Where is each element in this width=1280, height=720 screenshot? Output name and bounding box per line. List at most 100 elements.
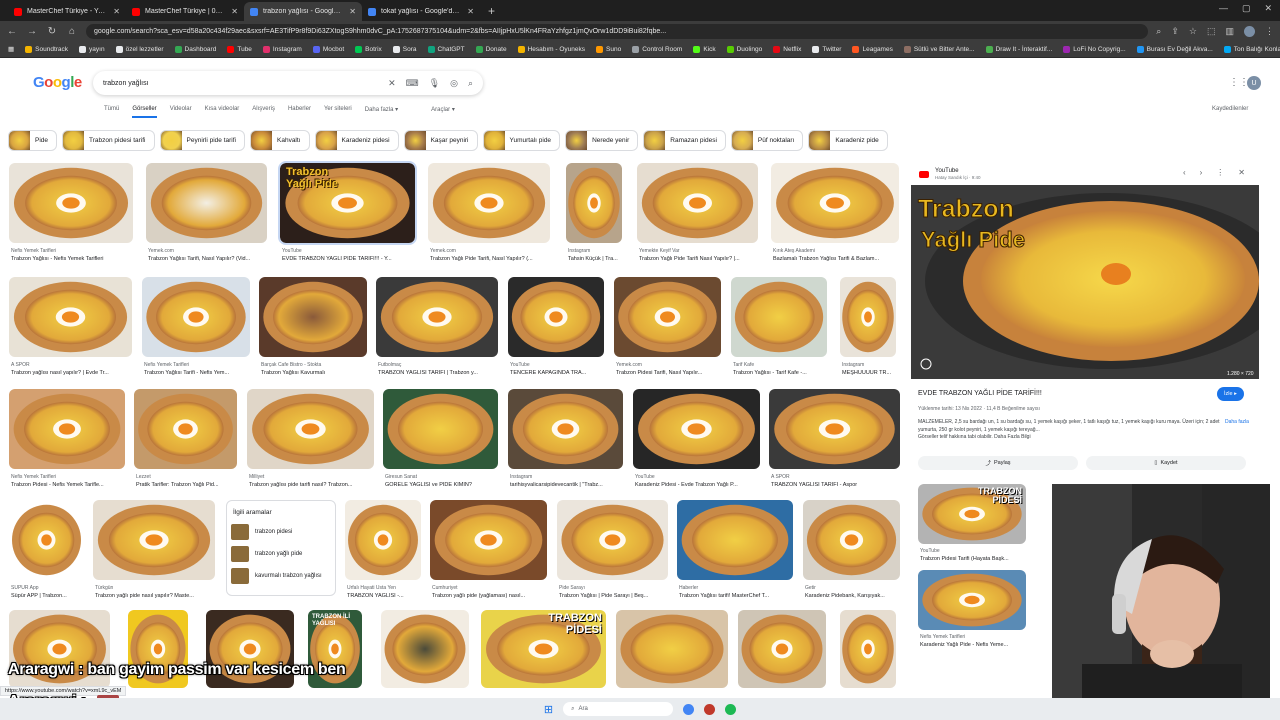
result-source[interactable]: Milliyet (249, 474, 376, 480)
result-caption[interactable]: TRABZON YAĞLISI -... (347, 593, 423, 599)
result-caption[interactable]: Trabzon Yağlısı - Tarif Kafe -... (733, 370, 829, 376)
result-image[interactable] (771, 163, 899, 243)
result-source[interactable]: Urfalı Hayati Usta Yen (347, 585, 423, 591)
chrome-icon[interactable] (683, 703, 695, 715)
result-source[interactable]: YouTube (282, 248, 417, 254)
result-image[interactable] (557, 500, 668, 580)
result-image[interactable] (383, 389, 498, 469)
result-image[interactable] (803, 500, 900, 580)
result-caption[interactable]: Bazlamalı Trabzon Yağlısı Tarifi & Bazla… (773, 256, 901, 262)
zoom-icon[interactable]: ⌕ (1156, 26, 1161, 37)
bookmark-item[interactable]: ChatGPT (427, 45, 465, 53)
browser-tab[interactable]: MasterChef Türkiye | 02.07.2025✕ (126, 2, 244, 21)
suggestion-chip[interactable]: Trabzon pidesi tarifi (62, 130, 155, 151)
result-source[interactable]: SÜPÜR App (11, 585, 86, 591)
filter-tab[interactable]: Daha fazla ▾ (365, 106, 398, 118)
result-caption[interactable]: Trabzon yağlısı nasıl yapılır? | Evde Tr… (11, 370, 134, 376)
bookmark-item[interactable]: Leagames (852, 45, 893, 53)
suggestion-chip[interactable]: Karadeniz pide (808, 130, 888, 151)
result-caption[interactable]: Trabzon Yağlısı Tarifi - Nefis Yem... (144, 370, 252, 376)
result-image[interactable] (738, 610, 826, 688)
close-window-icon[interactable]: ✕ (1264, 3, 1272, 14)
image-result[interactable]: Getir Karadeniz Pidebank, Karışıyak... (803, 500, 900, 604)
result-caption[interactable]: Trabzon Yağlısı | Pide Sarayı | Beş... (559, 593, 670, 599)
close-icon[interactable]: ✕ (113, 7, 120, 16)
result-source[interactable]: Instagram (510, 474, 625, 480)
result-image[interactable]: Trabzon Yağlı Pide (278, 161, 417, 245)
result-caption[interactable]: Süpür APP | Trabzon... (11, 593, 86, 599)
result-source[interactable]: Yemek.com (430, 248, 552, 254)
related-image-result[interactable]: Nefis Yemek Tarifleri Karadeniz Yağlı Pid… (918, 570, 1026, 652)
menu-icon[interactable]: ⋮ (1265, 26, 1274, 37)
filter-tab[interactable]: Alışveriş (252, 106, 275, 118)
filter-tab[interactable]: Haberler (288, 106, 311, 118)
result-source[interactable]: Lezzet (136, 474, 239, 480)
result-caption[interactable]: tarihisyvalicarsipidevecantik | "Trabz..… (510, 482, 625, 488)
image-result[interactable]: YouTube TENCERE KAPAĞINDA TRA... (508, 277, 604, 381)
windows-start-icon[interactable]: ⊞ (544, 703, 553, 716)
image-result[interactable]: Lezzet Pratik Tarifler: Trabzon Yağlı Pid… (134, 389, 237, 493)
result-image[interactable] (9, 389, 125, 469)
result-caption[interactable]: MEŞHUUUUR TR... (842, 370, 898, 376)
suggestion-chip[interactable]: Ramazan pidesi (643, 130, 726, 151)
image-result[interactable] (381, 610, 469, 688)
browser-tab[interactable]: tokat yağlısı - Google'da Ara ✕ (362, 2, 480, 21)
filter-tab[interactable]: Kısa videolar (205, 106, 240, 118)
image-result[interactable]: Barçak Cafe Bistro - Stokta Trabzon Yağlı… (259, 277, 367, 381)
result-image[interactable] (345, 500, 421, 580)
filter-tab[interactable]: Görseller (132, 106, 157, 118)
bookmark-item[interactable]: Netflix (773, 45, 801, 53)
suggestion-chip[interactable]: Pide (8, 130, 58, 151)
result-caption[interactable]: Karadeniz Yağlı Pide - Nefis Yeme... (920, 642, 1028, 648)
bookmark-item[interactable]: Ton Balığı Konlama... (1223, 45, 1280, 53)
result-source[interactable]: Tarif Kafe (733, 362, 829, 368)
result-image[interactable] (134, 389, 237, 469)
image-result[interactable]: Türkgün Trabzon yağlı pide nasıl yapılır?… (93, 500, 215, 604)
related-search-item[interactable]: trabzon yağlı pide (227, 543, 335, 565)
result-source[interactable]: Yemek.com (148, 248, 269, 254)
result-image[interactable] (508, 277, 604, 357)
preview-source[interactable]: YouTube (935, 168, 959, 174)
close-icon[interactable]: ✕ (467, 7, 474, 16)
bookmark-item[interactable]: Donate (475, 45, 507, 53)
more-icon[interactable]: ⋮ (1216, 168, 1224, 177)
image-result[interactable]: SÜPÜR App Süpür APP | Trabzon... (9, 500, 84, 604)
account-avatar[interactable]: U (1247, 76, 1261, 90)
microphone-icon[interactable]: 🎙 (429, 78, 440, 89)
result-image[interactable] (508, 389, 623, 469)
image-result[interactable]: Kırık Ateş Akademi Bazlamalı Trabzon Yağl… (771, 163, 899, 267)
bookmark-item[interactable]: Twitter (812, 45, 841, 53)
image-result[interactable]: A SPOR Trabzon yağlısı nasıl yapılır? | E… (9, 277, 132, 381)
bookmark-item[interactable]: Kick (693, 45, 716, 53)
image-result[interactable]: Nefis Yemek Tarifleri Trabzon Pidesi - Ne… (9, 389, 125, 493)
result-image[interactable] (637, 163, 758, 243)
bookmark-star-icon[interactable]: ☆ (1189, 26, 1197, 37)
result-caption[interactable]: Trabzon yağlısı pide tarifi nasıl? Trabz… (249, 482, 376, 488)
result-source[interactable]: YouTube (510, 362, 606, 368)
result-caption[interactable]: TRABZON YAĞLISI TARİFİ | Trabzon y... (378, 370, 500, 376)
image-result[interactable]: Yemek.com Trabzon Pidesi Tarifi, Nasıl Ya… (614, 277, 721, 381)
bookmark-item[interactable]: özel lezzetler (115, 45, 164, 53)
image-result[interactable]: Giresun Sanat GÖRELE YAĞLISI ve PİDE KİMİ… (383, 389, 498, 493)
extensions-icon[interactable]: ⬚ (1207, 26, 1216, 37)
result-source[interactable]: Nefis Yemek Tarifleri (11, 474, 127, 480)
image-result[interactable]: Yemekte Keyif Var Trabzon Yağlı Pide Tari… (637, 163, 758, 267)
result-image[interactable] (247, 389, 374, 469)
share-button[interactable]: ⤴ Paylaş (918, 456, 1078, 470)
result-source[interactable]: Pide Sarayı (559, 585, 670, 591)
result-image[interactable] (93, 500, 215, 580)
bookmark-item[interactable]: Mocbot (312, 45, 344, 53)
related-search-item[interactable]: kavurmalı trabzon yağlısı (227, 565, 335, 587)
filter-tab[interactable]: Araçlar ▾ (431, 106, 455, 118)
filter-tab[interactable]: Videolar (170, 106, 192, 118)
bookmark-item[interactable]: Burası Ev Değil Akva... (1136, 45, 1213, 53)
result-image[interactable]: TRABZON PİDESİ (481, 610, 606, 688)
suggestion-chip[interactable]: Karadeniz pidesi (314, 130, 399, 151)
home-icon[interactable]: ⌂ (66, 26, 78, 37)
apps-icon[interactable]: ▦ (8, 45, 14, 53)
result-caption[interactable]: Trabzon yağlı pide nasıl yapılır? Maste.… (95, 593, 217, 599)
image-result[interactable]: YouTube Karadeniz Pidesi - Evde Trabzon Y… (633, 389, 760, 493)
url-field[interactable]: google.com/search?sca_esv=d58a20c434f29a… (86, 23, 1149, 39)
result-source[interactable]: YouTube (635, 474, 762, 480)
next-icon[interactable]: › (1200, 168, 1203, 177)
